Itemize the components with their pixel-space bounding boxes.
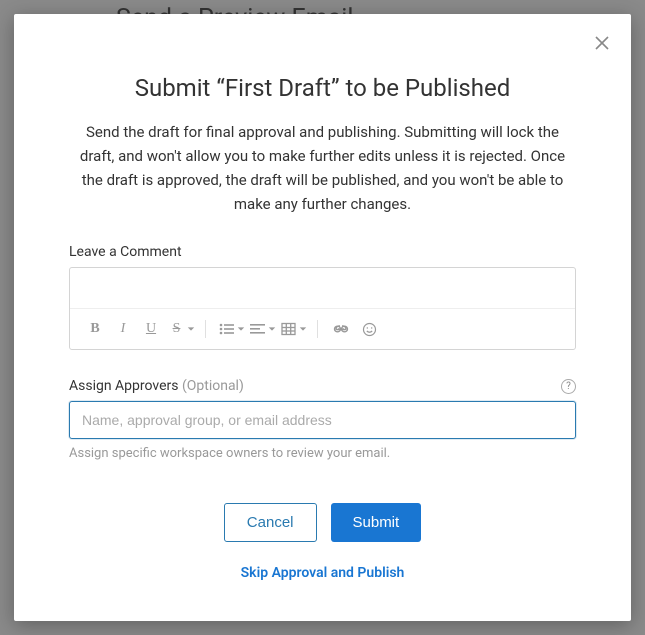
toolbar-separator (317, 320, 318, 338)
close-button[interactable] (592, 33, 612, 53)
close-icon (595, 36, 609, 50)
strike-button[interactable]: S (166, 317, 195, 341)
approvers-label: Assign Approvers (Optional) (69, 378, 244, 394)
emoji-button[interactable] (356, 317, 382, 341)
editor-toolbar: B I U S (70, 308, 575, 349)
link-button[interactable] (328, 317, 354, 341)
chevron-down-icon (187, 325, 195, 333)
bold-button[interactable]: B (82, 317, 108, 341)
underline-button[interactable]: U (138, 317, 164, 341)
chevron-down-icon (299, 325, 307, 333)
submit-button[interactable]: Submit (331, 503, 422, 542)
skip-approval-link[interactable]: Skip Approval and Publish (241, 565, 405, 581)
submit-draft-modal: Submit “First Draft” to be Published Sen… (14, 14, 631, 621)
italic-button[interactable]: I (110, 317, 136, 341)
approvers-help-button[interactable]: ? (561, 379, 576, 394)
comment-textarea[interactable] (70, 268, 575, 308)
modal-description: Send the draft for final approval and pu… (69, 120, 576, 216)
comment-label: Leave a Comment (69, 244, 576, 260)
cancel-button[interactable]: Cancel (224, 503, 317, 542)
unordered-list-button[interactable] (216, 317, 245, 341)
link-icon (333, 322, 349, 336)
list-bullet-icon (219, 322, 234, 336)
emoji-icon (362, 322, 377, 337)
table-icon (281, 322, 296, 336)
modal-title: Submit “First Draft” to be Published (69, 74, 576, 102)
toolbar-separator (205, 320, 206, 338)
align-left-icon (250, 322, 265, 336)
chevron-down-icon (268, 325, 276, 333)
align-button[interactable] (247, 317, 276, 341)
approvers-input[interactable] (69, 401, 576, 439)
comment-editor: B I U S (69, 267, 576, 350)
approvers-hint: Assign specific workspace owners to revi… (69, 446, 576, 461)
chevron-down-icon (237, 325, 245, 333)
table-button[interactable] (278, 317, 307, 341)
